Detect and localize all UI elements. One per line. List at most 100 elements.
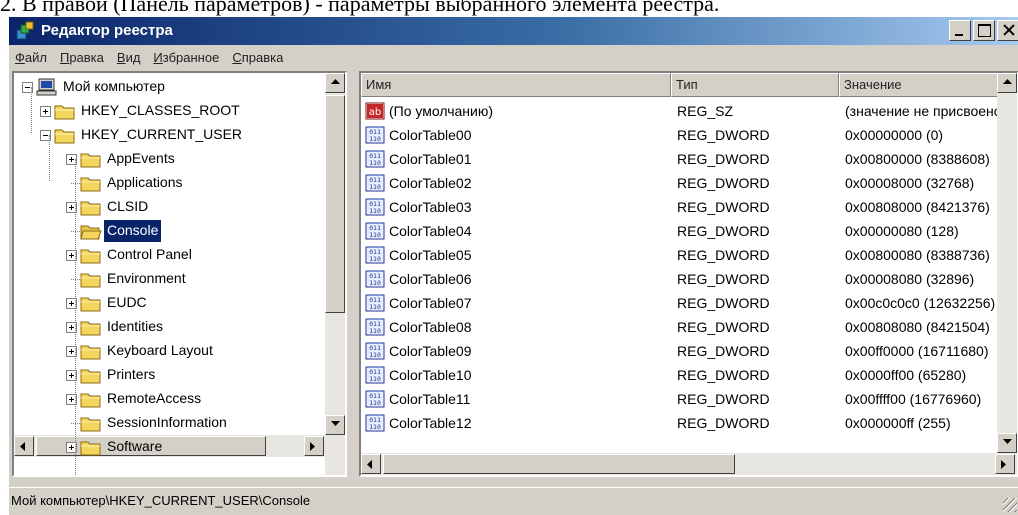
value-row[interactable]: 011 110 ColorTable12 REG_DWORD 0x000000ff (2… [361, 411, 1001, 435]
tree-scroll-thumb[interactable] [325, 95, 345, 313]
tree-item[interactable]: EUDC [14, 291, 325, 315]
value-name: ColorTable11 [389, 391, 471, 407]
tree-scroll-up-button[interactable] [325, 73, 345, 93]
binary-value-icon: 011110 [365, 246, 385, 264]
pane-splitter[interactable] [347, 71, 359, 477]
value-row[interactable]: 011 110 ColorTable09 REG_DWORD 0x00ff0000 (1… [361, 339, 1001, 363]
value-row[interactable]: 011 110 ColorTable07 REG_DWORD 0x00c0c0c0 (1… [361, 291, 1001, 315]
column-header-type[interactable]: Тип [671, 73, 839, 97]
tree-item-label: Control Panel [107, 246, 192, 262]
list-scroll-right-button[interactable] [995, 454, 1015, 474]
menu-hotkey: П [59, 50, 70, 65]
expand-icon[interactable] [40, 106, 51, 117]
value-data: 0x000000ff (255) [845, 415, 951, 431]
value-row[interactable]: 011 110 ColorTable08 REG_DWORD 0x00808080 (8… [361, 315, 1001, 339]
tree-item[interactable]: Identities [14, 315, 325, 339]
value-row[interactable]: 011 110 ColorTable06 REG_DWORD 0x00008080 (3… [361, 267, 1001, 291]
value-name: ColorTable04 [389, 223, 472, 239]
value-name: ColorTable10 [389, 367, 472, 383]
tree-item[interactable]: Console [14, 219, 325, 243]
value-name: ColorTable07 [389, 295, 472, 311]
list-hscroll-thumb[interactable] [383, 454, 735, 474]
minimize-button[interactable] [949, 20, 971, 41]
tree-item[interactable]: AppEvents [14, 147, 325, 171]
column-header-value[interactable]: Значение [839, 73, 1001, 97]
value-row[interactable]: ab (По умолчанию) REG_SZ (значение не присв… [361, 99, 1001, 123]
value-row[interactable]: 011 110 ColorTable01 REG_DWORD 0x00800000 (8… [361, 147, 1001, 171]
tree-item[interactable]: SessionInformation [14, 411, 325, 435]
folder-icon [80, 321, 101, 336]
tree-item[interactable]: Printers [14, 363, 325, 387]
tree-vertical-scrollbar[interactable] [325, 73, 345, 475]
menu-label-rest: збранное [162, 50, 220, 65]
tree-guide-line [75, 159, 76, 475]
value-type: REG_DWORD [677, 295, 770, 311]
menu-item-3[interactable]: Избранное [147, 47, 226, 69]
folder-icon [80, 297, 101, 312]
tree-item[interactable]: Environment [14, 267, 325, 291]
value-name: ColorTable05 [389, 247, 472, 263]
list-scroll-up-button[interactable] [997, 73, 1017, 93]
tree-item-label: Printers [107, 366, 156, 382]
tree-item-label: Keyboard Layout [107, 342, 213, 358]
menu-item-1[interactable]: Правка [54, 47, 111, 69]
tree-pane[interactable]: Мой компьютер HKEY_CLASSES_ROOT HKEY_CURRE… [12, 71, 347, 477]
tree-item[interactable]: Keyboard Layout [14, 339, 325, 363]
list-scroll-down-button[interactable] [997, 433, 1017, 453]
svg-text:110: 110 [369, 279, 381, 287]
value-row[interactable]: 011 110 ColorTable10 REG_DWORD 0x0000ff00 (6… [361, 363, 1001, 387]
tree-item[interactable]: RemoteAccess [14, 387, 325, 411]
folder-icon [80, 153, 101, 168]
folder-icon [80, 393, 101, 408]
value-row[interactable]: 011 110 ColorTable03 REG_DWORD 0x00808000 (8… [361, 195, 1001, 219]
close-button[interactable] [997, 20, 1018, 41]
menu-hotkey: Ф [15, 50, 25, 65]
tree-item[interactable]: Applications [14, 171, 325, 195]
tree-item-label: HKEY_CURRENT_USER [81, 126, 243, 142]
tree-item[interactable]: Мой компьютер [14, 75, 325, 99]
value-name: ColorTable00 [389, 127, 472, 143]
menu-label-rest: равка [69, 50, 104, 65]
tree-item-label: Applications [107, 174, 183, 190]
svg-text:110: 110 [369, 255, 381, 263]
arrow-up-icon [1003, 79, 1012, 84]
value-data: 0x00008080 (32896) [845, 271, 975, 287]
value-row[interactable]: 011 110 ColorTable02 REG_DWORD 0x00008000 (3… [361, 171, 1001, 195]
tree-item[interactable]: HKEY_CURRENT_USER [14, 123, 325, 147]
values-pane[interactable]: Имя Тип Значение ab (По умолчанию) REG_SZ (… [359, 71, 1018, 477]
svg-text:110: 110 [369, 351, 381, 359]
tree-item-label: CLSID [107, 198, 149, 214]
list-vertical-scrollbar[interactable] [997, 73, 1017, 453]
tree-item-label: EUDC [107, 294, 147, 310]
arrow-down-icon [331, 421, 340, 426]
menu-item-4[interactable]: Справка [226, 47, 290, 69]
value-row[interactable]: 011 110 ColorTable00 REG_DWORD 0x00000000 (0… [361, 123, 1001, 147]
value-row[interactable]: 011 110 ColorTable04 REG_DWORD 0x00000080 (1… [361, 219, 1001, 243]
binary-value-icon: 011110 [365, 198, 385, 216]
resize-grip[interactable] [1003, 498, 1017, 512]
binary-value-icon: 011110 [365, 414, 385, 432]
menu-label-rest: правка [241, 50, 284, 65]
menu-hotkey: И [153, 50, 163, 65]
tree-item[interactable]: Software [14, 435, 325, 459]
list-horizontal-scrollbar[interactable] [361, 453, 1017, 475]
computer-icon [36, 78, 57, 96]
value-type: REG_DWORD [677, 415, 770, 431]
folder-icon [80, 177, 101, 192]
tree-item[interactable]: HKEY_CLASSES_ROOT [14, 99, 325, 123]
maximize-button[interactable] [973, 20, 995, 41]
tree-item[interactable]: Control Panel [14, 243, 325, 267]
value-type: REG_DWORD [677, 127, 770, 143]
folder-icon [80, 441, 101, 456]
value-name: ColorTable03 [389, 199, 472, 215]
value-row[interactable]: 011 110 ColorTable05 REG_DWORD 0x00800080 (8… [361, 243, 1001, 267]
tree-item[interactable]: CLSID [14, 195, 325, 219]
value-row[interactable]: 011 110 ColorTable11 REG_DWORD 0x00ffff00 (1… [361, 387, 1001, 411]
title-bar[interactable]: Редактор реестра [9, 17, 1018, 45]
column-header-name[interactable]: Имя [361, 73, 671, 97]
value-data: 0x00008000 (32768) [845, 175, 975, 191]
menu-item-2[interactable]: Вид [111, 47, 148, 69]
list-scroll-left-button[interactable] [361, 454, 381, 474]
tree-scroll-down-button[interactable] [325, 415, 345, 435]
menu-item-0[interactable]: Файл [9, 47, 54, 69]
